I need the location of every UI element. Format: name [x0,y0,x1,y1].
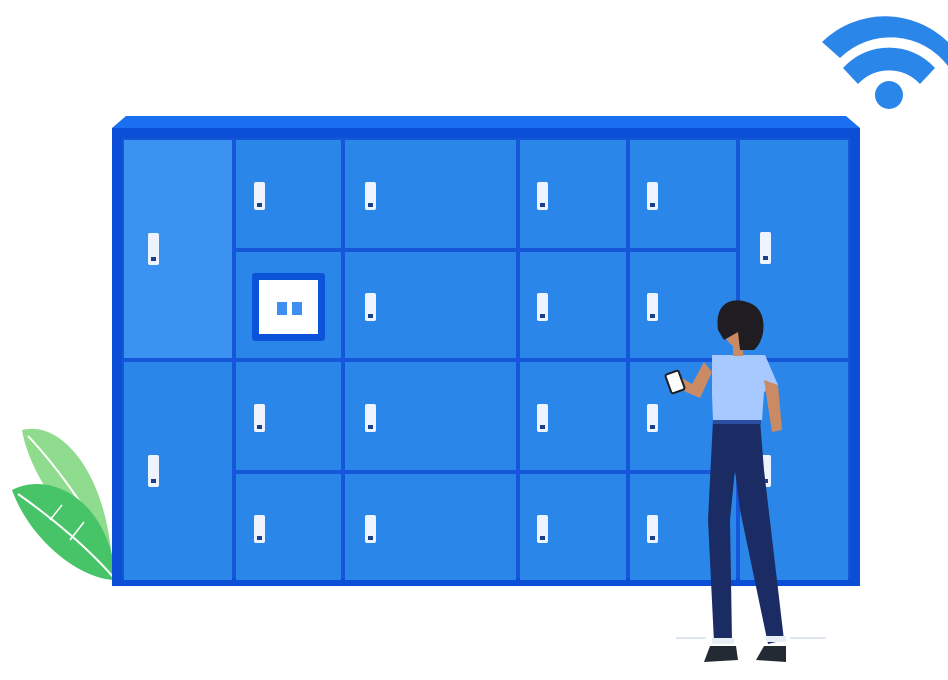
locker-door-c2-r4[interactable] [345,474,516,580]
illustration-canvas [12,16,948,662]
plant-illustration [12,428,116,580]
shoe-right [756,646,786,662]
locker-door-c1-r1[interactable] [236,140,341,248]
locker-door-tall-1[interactable] [124,140,232,358]
screen-button-right[interactable] [292,302,302,315]
touch-screen-panel[interactable] [236,252,341,358]
locker-door-c4-r2[interactable] [630,252,736,358]
locker-door-c3-r3[interactable] [520,362,626,470]
locker-door-c2-r3[interactable] [345,362,516,470]
shoe-left [704,646,738,662]
smart-locker-illustration [0,0,948,675]
locker-door-tall-2[interactable] [124,362,232,580]
locker-door-c3-r4[interactable] [520,474,626,580]
screen-button-left[interactable] [277,302,287,315]
locker-door-c1-r4[interactable] [236,474,341,580]
locker-door-c3-r1[interactable] [520,140,626,248]
locker-door-c1-r3[interactable] [236,362,341,470]
wifi-icon [822,16,948,109]
locker-door-c2-r2[interactable] [345,252,516,358]
locker-door-c4-r1[interactable] [630,140,736,248]
locker-door-c2-r1[interactable] [345,140,516,248]
locker-door-c3-r2[interactable] [520,252,626,358]
